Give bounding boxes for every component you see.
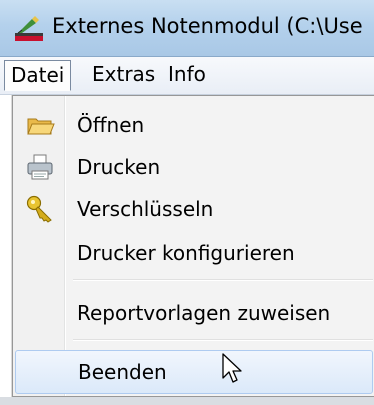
- menu-item-label: Verschlüsseln: [77, 197, 214, 221]
- menu-bar: Datei Extras Info: [0, 57, 374, 95]
- menu-datei[interactable]: Datei: [4, 60, 72, 91]
- file-menu-dropdown: Öffnen Drucken Verschlüsseln Drucker kon…: [12, 95, 374, 397]
- mouse-pointer-icon: [222, 353, 244, 385]
- folder-icon: [25, 110, 55, 140]
- menu-item-verschluesseln[interactable]: Verschlüsseln: [15, 188, 373, 230]
- menu-item-label: Drucker konfigurieren: [77, 241, 295, 265]
- printer-icon: [25, 152, 55, 182]
- application-window: Externes Notenmodul (C:\Use Datei Extras…: [0, 0, 374, 405]
- app-icon[interactable]: [14, 16, 44, 42]
- menu-item-drucker-konfigurieren[interactable]: Drucker konfigurieren: [15, 232, 373, 274]
- menu-item-label: Beenden: [78, 360, 167, 384]
- menu-separator: [73, 339, 373, 341]
- menu-item-label: Öffnen: [77, 113, 145, 137]
- menu-extras[interactable]: Extras: [86, 60, 161, 91]
- menu-item-label: Reportvorlagen zuweisen: [77, 301, 331, 325]
- menu-item-drucken[interactable]: Drucken: [15, 146, 373, 188]
- key-icon: [25, 194, 55, 224]
- menu-info[interactable]: Info: [162, 60, 212, 91]
- menu-item-beenden[interactable]: Beenden: [15, 350, 373, 394]
- window-content-edge: [0, 95, 12, 397]
- menu-item-label: Drucken: [77, 155, 161, 179]
- menu-separator: [73, 279, 373, 281]
- window-title: Externes Notenmodul (C:\Use: [52, 14, 363, 38]
- menu-item-oeffnen[interactable]: Öffnen: [15, 104, 373, 146]
- status-strip: [0, 397, 374, 405]
- menu-item-reportvorlagen-zuweisen[interactable]: Reportvorlagen zuweisen: [15, 292, 373, 334]
- title-bar[interactable]: Externes Notenmodul (C:\Use: [0, 0, 374, 57]
